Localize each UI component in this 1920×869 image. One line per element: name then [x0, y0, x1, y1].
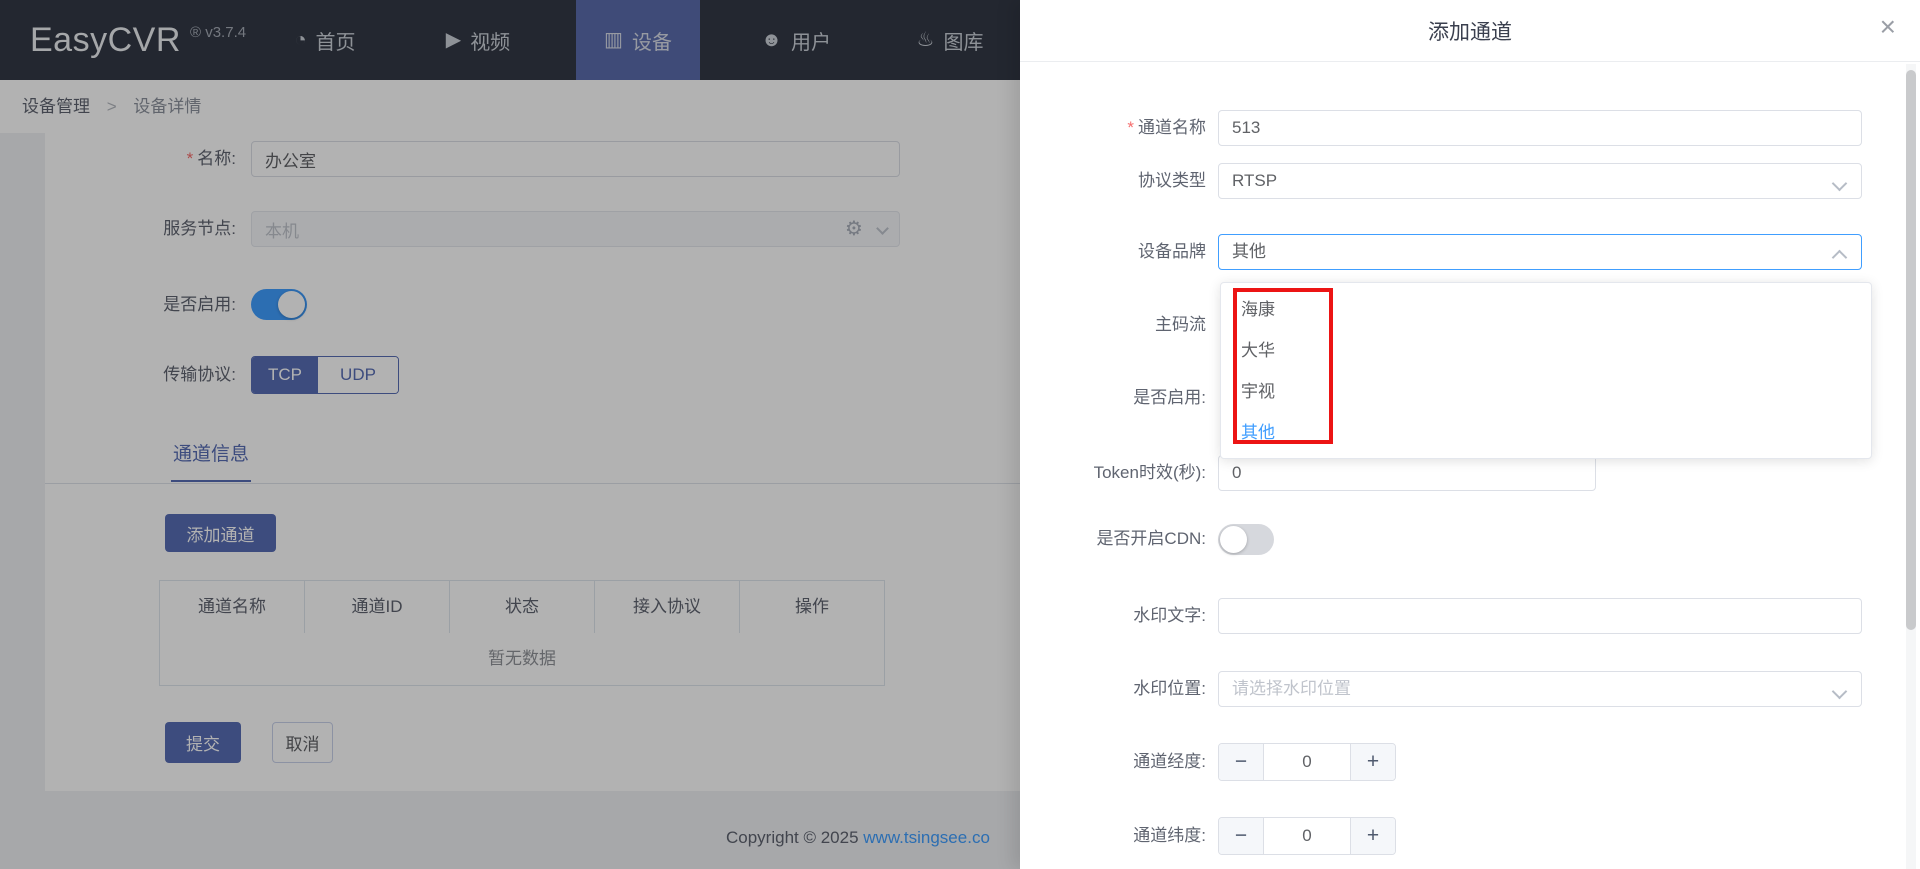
channel-enable-label: 是否启用: — [1133, 388, 1206, 407]
cdn-toggle[interactable] — [1218, 524, 1274, 555]
latitude-stepper: − 0 + — [1218, 817, 1396, 855]
protocol-type-label: 协议类型 — [1138, 171, 1206, 190]
brand-dropdown-panel: 海康 大华 宇视 其他 — [1220, 282, 1872, 459]
drawer-header: 添加通道 — [1020, 0, 1920, 62]
watermark-position-placeholder: 请选择水印位置 — [1232, 679, 1351, 698]
brand-option-hikvision[interactable]: 海康 — [1221, 289, 1871, 330]
watermark-position-select[interactable]: 请选择水印位置 — [1218, 671, 1862, 707]
device-brand-select[interactable]: 其他 — [1218, 234, 1862, 270]
watermark-text-input[interactable] — [1218, 598, 1862, 634]
plus-button[interactable]: + — [1350, 744, 1395, 780]
drawer-scrollbar-thumb[interactable] — [1906, 70, 1916, 630]
protocol-type-select[interactable]: RTSP — [1218, 163, 1862, 199]
modal-overlay[interactable] — [0, 0, 1020, 869]
watermark-text-label: 水印文字: — [1133, 606, 1206, 625]
brand-option-uniview[interactable]: 宇视 — [1221, 371, 1871, 412]
longitude-value[interactable]: 0 — [1264, 744, 1350, 780]
drawer-title: 添加通道 — [1428, 20, 1512, 44]
close-icon[interactable]: × — [1880, 13, 1896, 41]
minus-button[interactable]: − — [1219, 818, 1264, 854]
brand-option-other-selected[interactable]: 其他 — [1221, 412, 1871, 453]
minus-button[interactable]: − — [1219, 744, 1264, 780]
longitude-stepper: − 0 + — [1218, 743, 1396, 781]
easycvr-app: EasyCVR ® v3.7.4 ◔ 首页 ▶ 视频 ▥ 设备 ☻ 用户 ♨ 图… — [0, 0, 1920, 869]
token-ttl-label: Token时效(秒): — [1093, 463, 1206, 482]
toggle-knob — [1220, 526, 1247, 553]
main-stream-label: 主码流 — [1155, 315, 1206, 334]
protocol-type-value: RTSP — [1232, 171, 1278, 190]
token-ttl-input[interactable] — [1218, 455, 1596, 491]
plus-button[interactable]: + — [1350, 818, 1395, 854]
brand-option-dahua[interactable]: 大华 — [1221, 330, 1871, 371]
cdn-enable-label: 是否开启CDN: — [1096, 529, 1206, 548]
latitude-label: 通道纬度: — [1133, 826, 1206, 845]
latitude-value[interactable]: 0 — [1264, 818, 1350, 854]
channel-name-input[interactable] — [1218, 110, 1862, 146]
required-mark: * — [1127, 118, 1134, 137]
device-brand-label: 设备品牌 — [1138, 242, 1206, 261]
longitude-label: 通道经度: — [1133, 752, 1206, 771]
watermark-position-label: 水印位置: — [1133, 679, 1206, 698]
device-brand-value: 其他 — [1232, 242, 1266, 261]
channel-name-label: * 通道名称 — [1127, 118, 1206, 137]
